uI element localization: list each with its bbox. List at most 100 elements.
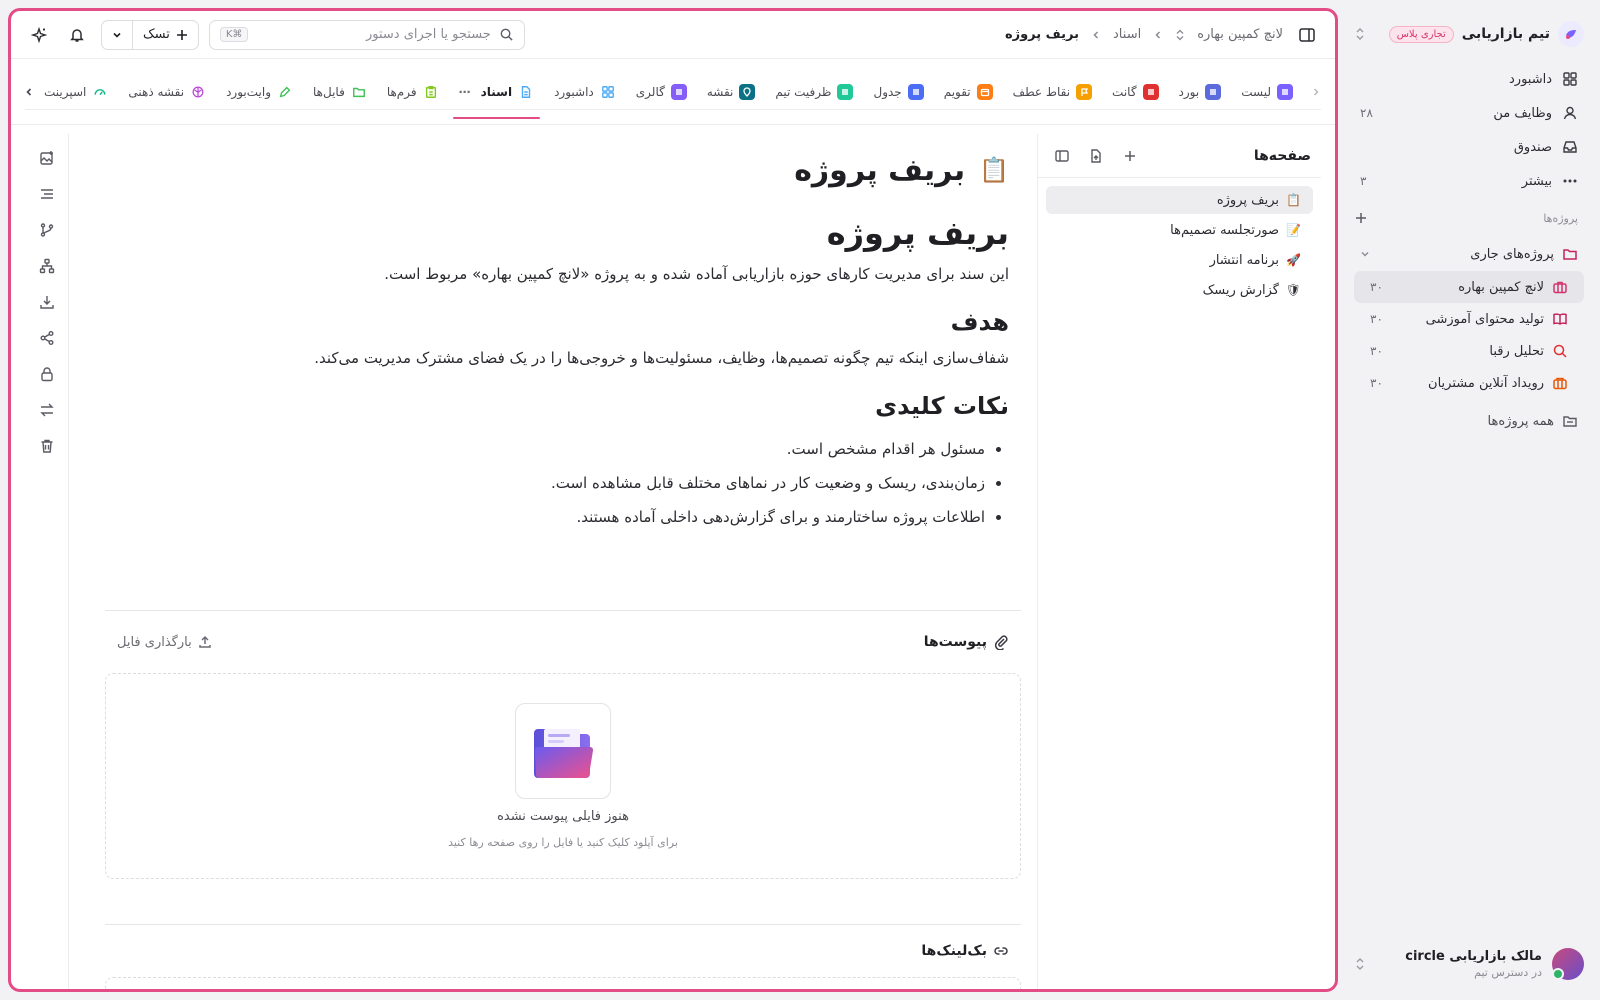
sort-arrows-icon[interactable] xyxy=(1354,957,1366,971)
attachments-title-label: پیوست‌ها xyxy=(923,634,987,650)
workspace-switcher[interactable]: تیم بازاریابی تجاری پلاس xyxy=(1354,14,1584,54)
list-item: اطلاعات پروژه ساختارمند و برای گزارش‌دهی… xyxy=(105,500,985,534)
chevron-right-icon[interactable] xyxy=(1311,87,1321,97)
breadcrumb-project[interactable]: لانچ کمپین بهاره xyxy=(1197,27,1283,42)
tab-mindmap[interactable]: نقشه ذهنی xyxy=(118,74,216,110)
image-add-icon[interactable] xyxy=(33,146,61,170)
sidebar-toggle-icon[interactable] xyxy=(1293,21,1321,49)
page-item-risk-report[interactable]: 🛡 گزارش ریسک xyxy=(1046,276,1313,304)
tab-whiteboard[interactable]: وایت‌بورد xyxy=(216,74,303,110)
add-project-icon[interactable] xyxy=(1354,211,1368,225)
tab-label: اسپرینت xyxy=(44,84,87,99)
tab-files[interactable]: فایل‌ها xyxy=(303,74,377,110)
search-icon xyxy=(1552,343,1568,359)
content-area: صفحه‌ها 📋 بریف پروژه 📝 صورتجلسه تصمیم‌ها 🚀… xyxy=(11,126,1335,989)
import-page-icon[interactable] xyxy=(1082,142,1110,170)
brain-icon xyxy=(190,84,206,100)
project-item-educational-content[interactable]: تولید محتوای آموزشی ۳۰ xyxy=(1354,303,1584,335)
folders-icon xyxy=(1562,413,1578,429)
chevron-down-icon[interactable] xyxy=(1360,249,1370,259)
tab-docs[interactable]: اسناد ⋯ xyxy=(449,74,544,119)
lock-icon[interactable] xyxy=(33,362,61,386)
swap-icon[interactable] xyxy=(33,398,61,422)
flag-icon xyxy=(1076,83,1093,100)
chevron-left-icon[interactable] xyxy=(24,87,34,97)
page-label: صورتجلسه تصمیم‌ها xyxy=(1170,222,1279,238)
new-task-button[interactable]: تسک xyxy=(101,19,199,50)
user-profile[interactable]: مالک بازاریابی circle در دسترس تیم xyxy=(1354,942,1584,986)
tab-label: لیست xyxy=(1241,84,1271,99)
upload-file-label: بارگذاری فایل xyxy=(117,634,192,650)
project-item-online-event[interactable]: رویداد آنلاین مشتریان ۳۰ xyxy=(1354,367,1584,399)
search-icon xyxy=(499,27,514,42)
memo-icon: 📝 xyxy=(1286,223,1301,237)
doc-intro: این سند برای مدیریت کارهای حوزه بازاریاب… xyxy=(384,265,1009,283)
sidebar-item-inbox[interactable]: صندوق xyxy=(1354,130,1584,164)
user-name: مالک بازاریابی circle xyxy=(1405,949,1542,964)
new-task-main[interactable]: تسک xyxy=(132,20,198,49)
project-item-competitor-analysis[interactable]: تحلیل رقبا ۳۰ xyxy=(1354,335,1584,367)
search-input[interactable]: جستجو یا اجرای دستور ⌘K xyxy=(208,19,525,50)
folder-current-projects[interactable]: پروژه‌های جاری xyxy=(1354,237,1584,271)
sidebar-item-label: صندوق xyxy=(1513,139,1552,155)
more-dots-icon[interactable]: ⋯ xyxy=(459,85,471,99)
new-task-label: تسک xyxy=(143,27,170,42)
sidebar-item-dashboard[interactable]: داشبورد xyxy=(1354,62,1584,96)
tab-label: داشبورد xyxy=(554,84,594,99)
chevron-down-icon[interactable] xyxy=(102,21,132,49)
view-tabs-divider xyxy=(25,109,1321,110)
tab-board[interactable]: بورد xyxy=(1169,74,1232,110)
sort-arrows-icon[interactable] xyxy=(1175,29,1185,41)
share-icon[interactable] xyxy=(33,326,61,350)
breadcrumb-current: بریف پروژه xyxy=(1004,27,1080,42)
add-page-icon[interactable] xyxy=(1116,142,1144,170)
bell-icon[interactable] xyxy=(63,21,91,49)
all-projects-link[interactable]: همه پروژه‌ها xyxy=(1354,406,1584,436)
sidebar-item-label: وظایف من xyxy=(1493,105,1552,121)
tab-calendar[interactable]: تقویم xyxy=(934,74,1003,110)
tab-capacity[interactable]: ظرفیت تیم xyxy=(765,74,863,110)
hierarchy-icon[interactable] xyxy=(33,254,61,278)
sidebar-item-more[interactable]: بیشتر ۳ xyxy=(1354,164,1584,198)
attachments-header: پیوست‌ها بارگذاری فایل xyxy=(105,611,1021,673)
panel-toggle-icon[interactable] xyxy=(1048,142,1076,170)
attachments-title: پیوست‌ها xyxy=(924,634,1009,650)
shield-icon: 🛡 xyxy=(1285,283,1301,297)
tab-forms[interactable]: فرم‌ها xyxy=(377,74,449,110)
sparkles-icon[interactable] xyxy=(25,21,53,49)
list-icon xyxy=(1277,83,1293,100)
clipboard-icon[interactable]: 📋 xyxy=(979,156,1009,184)
sort-arrows-icon[interactable] xyxy=(1354,27,1366,41)
text-align-icon[interactable] xyxy=(33,182,61,206)
page-item-decision-minutes[interactable]: 📝 صورتجلسه تصمیم‌ها xyxy=(1046,216,1313,244)
tab-gantt[interactable]: گانت xyxy=(1102,74,1169,110)
breadcrumb-docs[interactable]: اسناد xyxy=(1113,27,1141,42)
folder-illustration-icon xyxy=(515,703,611,799)
upload-file-button[interactable]: بارگذاری فایل xyxy=(117,635,212,650)
folder-icon xyxy=(1562,246,1578,262)
git-branch-icon[interactable] xyxy=(33,218,61,242)
project-item-spring-campaign[interactable]: لانچ کمپین بهاره ۳۰ xyxy=(1354,271,1584,303)
page-item-release-plan[interactable]: 🚀 برنامه انتشار xyxy=(1046,246,1313,274)
document: 📋 بریف پروژه بریف پروژه این سند برای مدی… xyxy=(105,134,1021,989)
tab-milestones[interactable]: نقاط عطف xyxy=(1003,74,1102,110)
trash-icon[interactable] xyxy=(33,434,61,458)
tab-list[interactable]: لیست xyxy=(1231,74,1303,110)
backlinks-title: بک‌لینک‌ها xyxy=(921,943,987,959)
app-root: تیم بازاریابی تجاری پلاس داشبورد وظایف م… xyxy=(0,0,1600,1000)
tab-dashboard[interactable]: داشبورد xyxy=(544,74,626,110)
chevron-left-icon xyxy=(1153,30,1163,40)
file-dropzone[interactable]: هنوز فایلی پیوست نشده برای آپلود کلیک کن… xyxy=(105,673,1021,879)
tab-map[interactable]: نقشه xyxy=(697,74,766,110)
page-item-project-brief[interactable]: 📋 بریف پروژه xyxy=(1046,186,1313,214)
tab-sprint[interactable]: اسپرینت xyxy=(34,74,118,110)
page-title[interactable]: بریف پروژه xyxy=(794,153,965,188)
sidebar-item-my-tasks[interactable]: وظایف من ۲۸ xyxy=(1354,96,1584,130)
map-pin-icon xyxy=(739,83,756,100)
tab-gallery[interactable]: گالری xyxy=(626,74,697,110)
attachments-section: پیوست‌ها بارگذاری فایل xyxy=(105,610,1021,879)
tab-table[interactable]: جدول xyxy=(863,74,933,110)
document-body[interactable]: بریف پروژه این سند برای مدیریت کارهای حو… xyxy=(105,214,1021,534)
download-icon[interactable] xyxy=(33,290,61,314)
avatar xyxy=(1552,948,1584,980)
